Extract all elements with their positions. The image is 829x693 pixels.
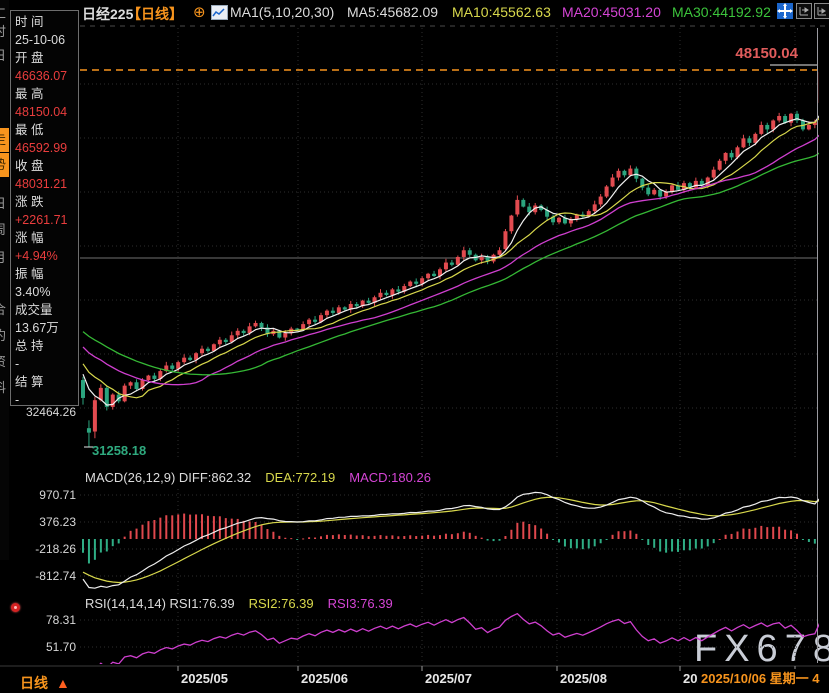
rsi1-value: RSI(14,14,14) RSI1:76.39: [85, 596, 235, 611]
left-strip-item[interactable]: 料: [0, 376, 9, 400]
y-axis-tick: 51.70: [0, 640, 76, 654]
rsi3-value: RSI3:76.39: [328, 596, 393, 611]
left-strip-item[interactable]: 日: [0, 192, 9, 216]
add-indicator-icon[interactable]: ⊕: [193, 3, 206, 21]
macd-diff-value: MACD(26,12,9) DIFF:862.32: [85, 470, 251, 485]
rsi2-value: RSI2:76.39: [249, 596, 314, 611]
rsi-header: RSI(14,14,14) RSI1:76.39 RSI2:76.39 RSI3:7…: [85, 596, 407, 611]
date-tooltip: 2025/10/06 星期一 4: [698, 669, 829, 688]
left-strip-item[interactable]: 月: [0, 246, 9, 270]
left-strip-item[interactable]: 约: [0, 324, 9, 348]
left-strip-item[interactable]: 时: [0, 20, 9, 44]
left-strip-item[interactable]: 日: [0, 44, 9, 68]
alert-dot-icon: [11, 603, 20, 612]
crosshair-move-icon[interactable]: [777, 3, 793, 19]
macd-macd-value: MACD:180.26: [349, 470, 431, 485]
quote-row: 收 盘: [15, 157, 78, 175]
left-strip-item[interactable]: 资: [0, 350, 9, 374]
quote-row: 46636.07: [15, 67, 78, 85]
top-bar: 日经225 【日线】 ⊕ MA1(5,10,20,30) MA5:45682.0…: [0, 0, 829, 25]
period-high-label: 48150.04: [735, 45, 798, 62]
quote-row: 3.40%: [15, 283, 78, 301]
ma30-value: MA30:44192.92: [672, 4, 771, 20]
quote-row: 开 盘: [15, 49, 78, 67]
ma20-value: MA20:45031.20: [562, 4, 661, 20]
ma5-value: MA5:45682.09: [347, 4, 438, 20]
quote-row: 46592.99: [15, 139, 78, 157]
x-axis-label: 2025/06: [301, 671, 348, 686]
quote-row: 25-10-06: [15, 31, 78, 49]
macd-header: MACD(26,12,9) DIFF:862.32 DEA:772.19 MACD:…: [85, 470, 445, 485]
macd-dea-value: DEA:772.19: [265, 470, 335, 485]
quote-row: 涨 幅: [15, 229, 78, 247]
period-selector[interactable]: 日线 ▲: [20, 673, 70, 693]
x-axis-label: 2025/05: [181, 671, 228, 686]
trading-terminal: { "top_bar": { "symbol": "日经225", "perio…: [0, 0, 829, 690]
quote-row: +4.94%: [15, 247, 78, 265]
quote-row: 48031.21: [15, 175, 78, 193]
quote-row: 时 间: [15, 13, 78, 31]
chart-canvas[interactable]: [0, 0, 829, 690]
x-axis-label: 2025/07: [425, 671, 472, 686]
ma10-value: MA10:45562.63: [452, 4, 551, 20]
quote-row: +2261.71: [15, 211, 78, 229]
left-tab-strip[interactable]: 工时日走势日周月合约资料: [0, 0, 9, 560]
y-axis-tick: 78.31: [0, 613, 76, 627]
quote-row: 48150.04: [15, 103, 78, 121]
x-axis-label: 2025/08: [560, 671, 607, 686]
quote-panel: 时 间25-10-06开 盘46636.07最 高48150.04最 低4659…: [10, 10, 79, 406]
left-strip-item[interactable]: 周: [0, 218, 9, 242]
period-label[interactable]: 日线: [20, 675, 48, 691]
chart-style-icon[interactable]: [211, 5, 228, 20]
quote-row: 最 低: [15, 121, 78, 139]
quote-row: 涨 跌: [15, 193, 78, 211]
quote-row: 最 高: [15, 85, 78, 103]
period-low-label: 31258.18: [92, 443, 146, 458]
quote-row: 成交量: [15, 301, 78, 319]
symbol-title: 日经225: [82, 4, 133, 24]
left-strip-item[interactable]: 走: [0, 128, 9, 152]
ma-settings-label: MA1(5,10,20,30): [230, 4, 334, 20]
period-up-arrow-icon[interactable]: ▲: [56, 675, 70, 691]
quote-row: 13.67万: [15, 319, 78, 337]
y-axis-tick: -812.74: [0, 569, 76, 583]
quote-row: 振 幅: [15, 265, 78, 283]
quote-row: -: [15, 391, 78, 409]
pan-left-icon[interactable]: [796, 3, 812, 19]
y-axis-tick: 970.71: [0, 488, 76, 502]
left-strip-item[interactable]: 合: [0, 298, 9, 322]
quote-row: 结 算: [15, 373, 78, 391]
pan-right-icon[interactable]: [814, 3, 829, 19]
quote-row: 总 持: [15, 337, 78, 355]
quote-row: -: [15, 355, 78, 373]
y-axis-tick: 376.23: [0, 515, 76, 529]
left-strip-item[interactable]: 势: [0, 153, 9, 177]
period-tag[interactable]: 【日线】: [127, 4, 183, 24]
y-axis-tick: -218.26: [0, 542, 76, 556]
